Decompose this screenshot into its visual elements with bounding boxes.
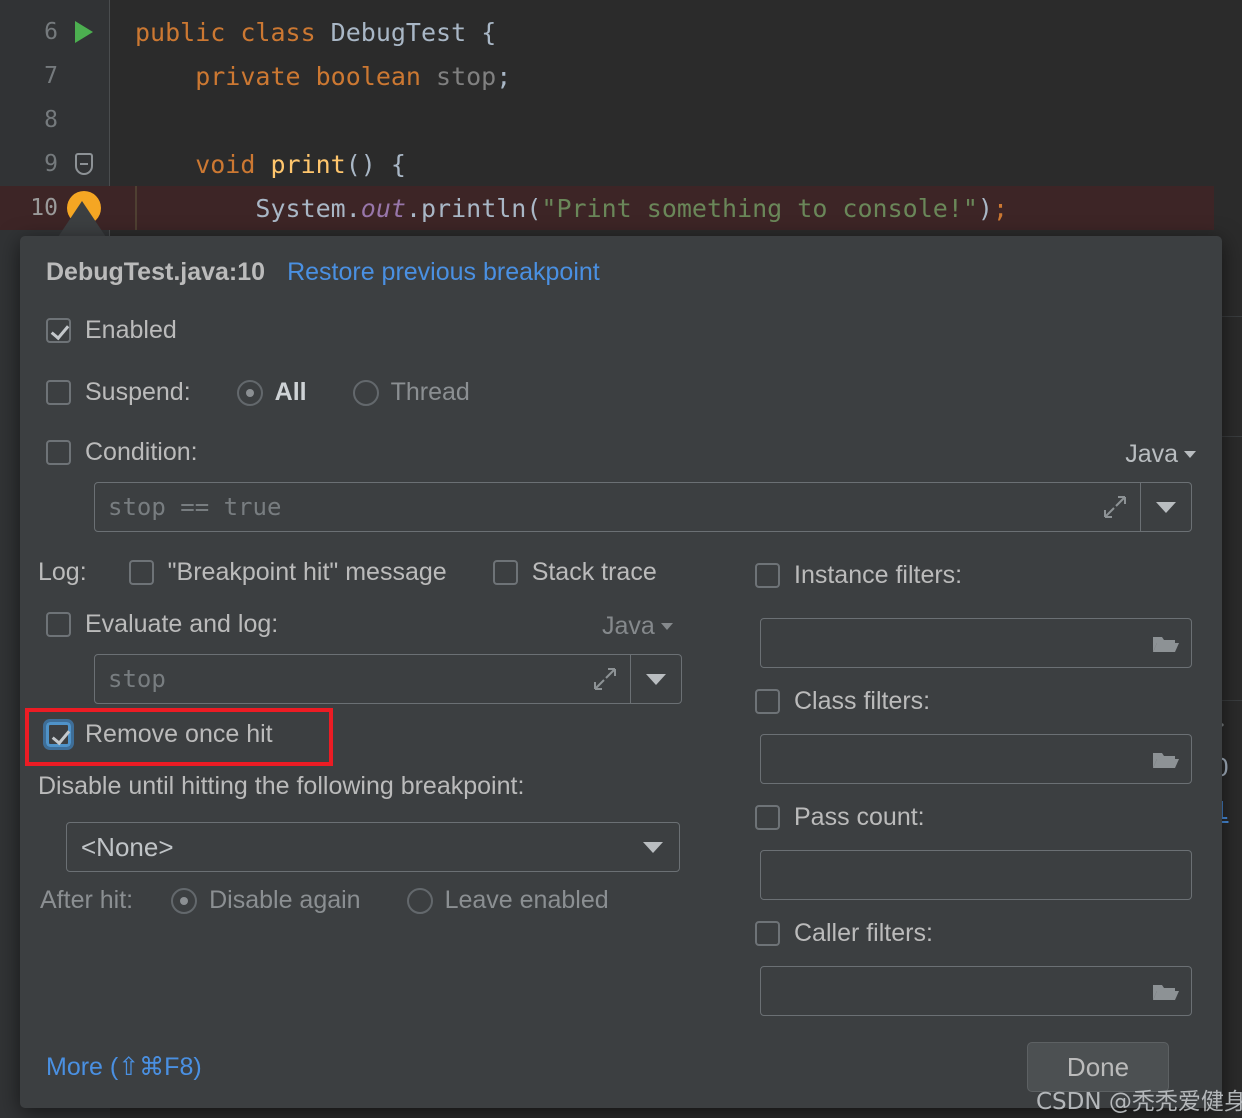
stack-trace-label: Stack trace bbox=[532, 558, 657, 587]
folder-icon[interactable] bbox=[1141, 631, 1191, 655]
class-filters-input[interactable] bbox=[760, 734, 1192, 784]
condition-history-dropdown[interactable] bbox=[1141, 502, 1191, 513]
popup-header: DebugTest.java:10 Restore previous break… bbox=[46, 258, 600, 287]
code-text: private boolean stop; bbox=[110, 62, 511, 91]
folder-icon[interactable] bbox=[1141, 979, 1191, 1003]
code-line-9: 9 void print() { bbox=[0, 142, 1242, 186]
pass-count-label: Pass count: bbox=[794, 803, 925, 832]
after-hit-leave-enabled-radio[interactable] bbox=[407, 888, 433, 914]
caller-filters-checkbox[interactable] bbox=[755, 921, 780, 946]
breakpoint-hit-message-checkbox[interactable] bbox=[129, 560, 154, 585]
remove-once-hit-checkbox[interactable] bbox=[46, 722, 71, 747]
evaluate-and-log-checkbox[interactable] bbox=[46, 612, 71, 637]
code-line-6: 6 public class DebugTest { bbox=[0, 10, 1242, 54]
condition-language-label: Java bbox=[1125, 440, 1178, 469]
evaluate-and-log-input[interactable]: stop bbox=[94, 654, 682, 704]
caller-filters-input[interactable] bbox=[760, 966, 1192, 1016]
more-link[interactable]: More (⇧⌘F8) bbox=[46, 1052, 202, 1082]
expand-diagonal-icon[interactable] bbox=[1090, 494, 1140, 520]
class-filters-checkbox[interactable] bbox=[755, 689, 780, 714]
breakpoint-properties-popup: DebugTest.java:10 Restore previous break… bbox=[20, 236, 1222, 1108]
chevron-down-icon bbox=[1184, 451, 1196, 458]
instance-filters-row[interactable]: Instance filters: bbox=[755, 561, 962, 590]
enabled-checkbox[interactable] bbox=[46, 318, 71, 343]
code-text: System.out.println("Print something to c… bbox=[110, 194, 1008, 223]
disable-until-combo[interactable]: <None> bbox=[66, 822, 680, 872]
stack-trace-checkbox[interactable] bbox=[493, 560, 518, 585]
fold-icon[interactable] bbox=[58, 153, 110, 175]
popup-pointer bbox=[58, 201, 106, 237]
remove-once-hit-label: Remove once hit bbox=[85, 720, 273, 749]
suspend-thread-radio[interactable] bbox=[353, 380, 379, 406]
pass-count-row[interactable]: Pass count: bbox=[755, 803, 925, 832]
condition-input[interactable]: stop == true bbox=[94, 482, 1192, 532]
condition-placeholder: stop == true bbox=[95, 493, 1090, 521]
line-number: 9 bbox=[0, 151, 58, 177]
evaluate-history-dropdown[interactable] bbox=[631, 674, 681, 685]
suspend-label: Suspend: bbox=[85, 378, 191, 407]
condition-checkbox[interactable] bbox=[46, 440, 71, 465]
breakpoint-hit-message-label: "Breakpoint hit" message bbox=[168, 558, 447, 587]
enabled-label: Enabled bbox=[85, 316, 177, 345]
line-number: 10 bbox=[0, 195, 58, 221]
code-line-8: 8 bbox=[0, 98, 1242, 142]
code-line-10: 10 System.out.println("Print something t… bbox=[0, 186, 1242, 230]
class-filters-label: Class filters: bbox=[794, 687, 930, 716]
evaluate-and-log-row[interactable]: Evaluate and log: bbox=[46, 610, 278, 639]
condition-row[interactable]: Condition: bbox=[46, 438, 198, 467]
run-icon[interactable] bbox=[58, 21, 110, 43]
enabled-checkbox-row[interactable]: Enabled bbox=[46, 316, 177, 345]
line-number: 8 bbox=[0, 107, 58, 133]
watermark: CSDN @秃秃爱健身 bbox=[1036, 1082, 1242, 1116]
condition-label: Condition: bbox=[85, 438, 198, 467]
after-hit-leave-enabled-label: Leave enabled bbox=[445, 886, 609, 915]
expand-diagonal-icon[interactable] bbox=[580, 666, 630, 692]
line-number: 7 bbox=[0, 63, 58, 89]
code-text: public class DebugTest { bbox=[110, 18, 496, 47]
restore-previous-breakpoint-link[interactable]: Restore previous breakpoint bbox=[287, 258, 600, 287]
suspend-all-label: All bbox=[275, 378, 307, 407]
caller-filters-row[interactable]: Caller filters: bbox=[755, 919, 933, 948]
pass-count-checkbox[interactable] bbox=[755, 805, 780, 830]
chevron-down-icon bbox=[643, 842, 663, 853]
evaluate-language-label: Java bbox=[602, 612, 655, 641]
folder-icon[interactable] bbox=[1141, 747, 1191, 771]
code-text: void print() { bbox=[110, 150, 406, 179]
pass-count-input[interactable] bbox=[760, 850, 1192, 900]
caller-filters-label: Caller filters: bbox=[794, 919, 933, 948]
evaluate-placeholder: stop bbox=[95, 665, 580, 693]
suspend-thread-label: Thread bbox=[391, 378, 470, 407]
suspend-all-radio[interactable] bbox=[237, 380, 263, 406]
remove-once-hit-row[interactable]: Remove once hit bbox=[46, 720, 273, 749]
suspend-row[interactable]: Suspend: All Thread bbox=[46, 378, 470, 407]
after-hit-disable-again-label: Disable again bbox=[209, 886, 361, 915]
indent-guide bbox=[135, 186, 137, 230]
page-title: DebugTest.java:10 bbox=[46, 258, 265, 287]
after-hit-label: After hit: bbox=[40, 886, 133, 915]
log-row: Log: "Breakpoint hit" message Stack trac… bbox=[38, 558, 657, 587]
log-label: Log: bbox=[38, 558, 87, 587]
class-filters-row[interactable]: Class filters: bbox=[755, 687, 930, 716]
disable-until-value: <None> bbox=[81, 832, 174, 863]
evaluate-language-dropdown[interactable]: Java bbox=[602, 612, 673, 641]
chevron-down-icon bbox=[661, 623, 673, 630]
instance-filters-input[interactable] bbox=[760, 618, 1192, 668]
after-hit-disable-again-radio[interactable] bbox=[171, 888, 197, 914]
after-hit-row: After hit: Disable again Leave enabled bbox=[40, 886, 609, 915]
evaluate-and-log-label: Evaluate and log: bbox=[85, 610, 278, 639]
instance-filters-checkbox[interactable] bbox=[755, 563, 780, 588]
disable-until-label: Disable until hitting the following brea… bbox=[38, 772, 524, 801]
line-number: 6 bbox=[0, 19, 58, 45]
code-line-7: 7 private boolean stop; bbox=[0, 54, 1242, 98]
suspend-checkbox[interactable] bbox=[46, 380, 71, 405]
condition-language-dropdown[interactable]: Java bbox=[1125, 440, 1196, 469]
disable-until-row: Disable until hitting the following brea… bbox=[38, 772, 524, 801]
instance-filters-label: Instance filters: bbox=[794, 561, 962, 590]
